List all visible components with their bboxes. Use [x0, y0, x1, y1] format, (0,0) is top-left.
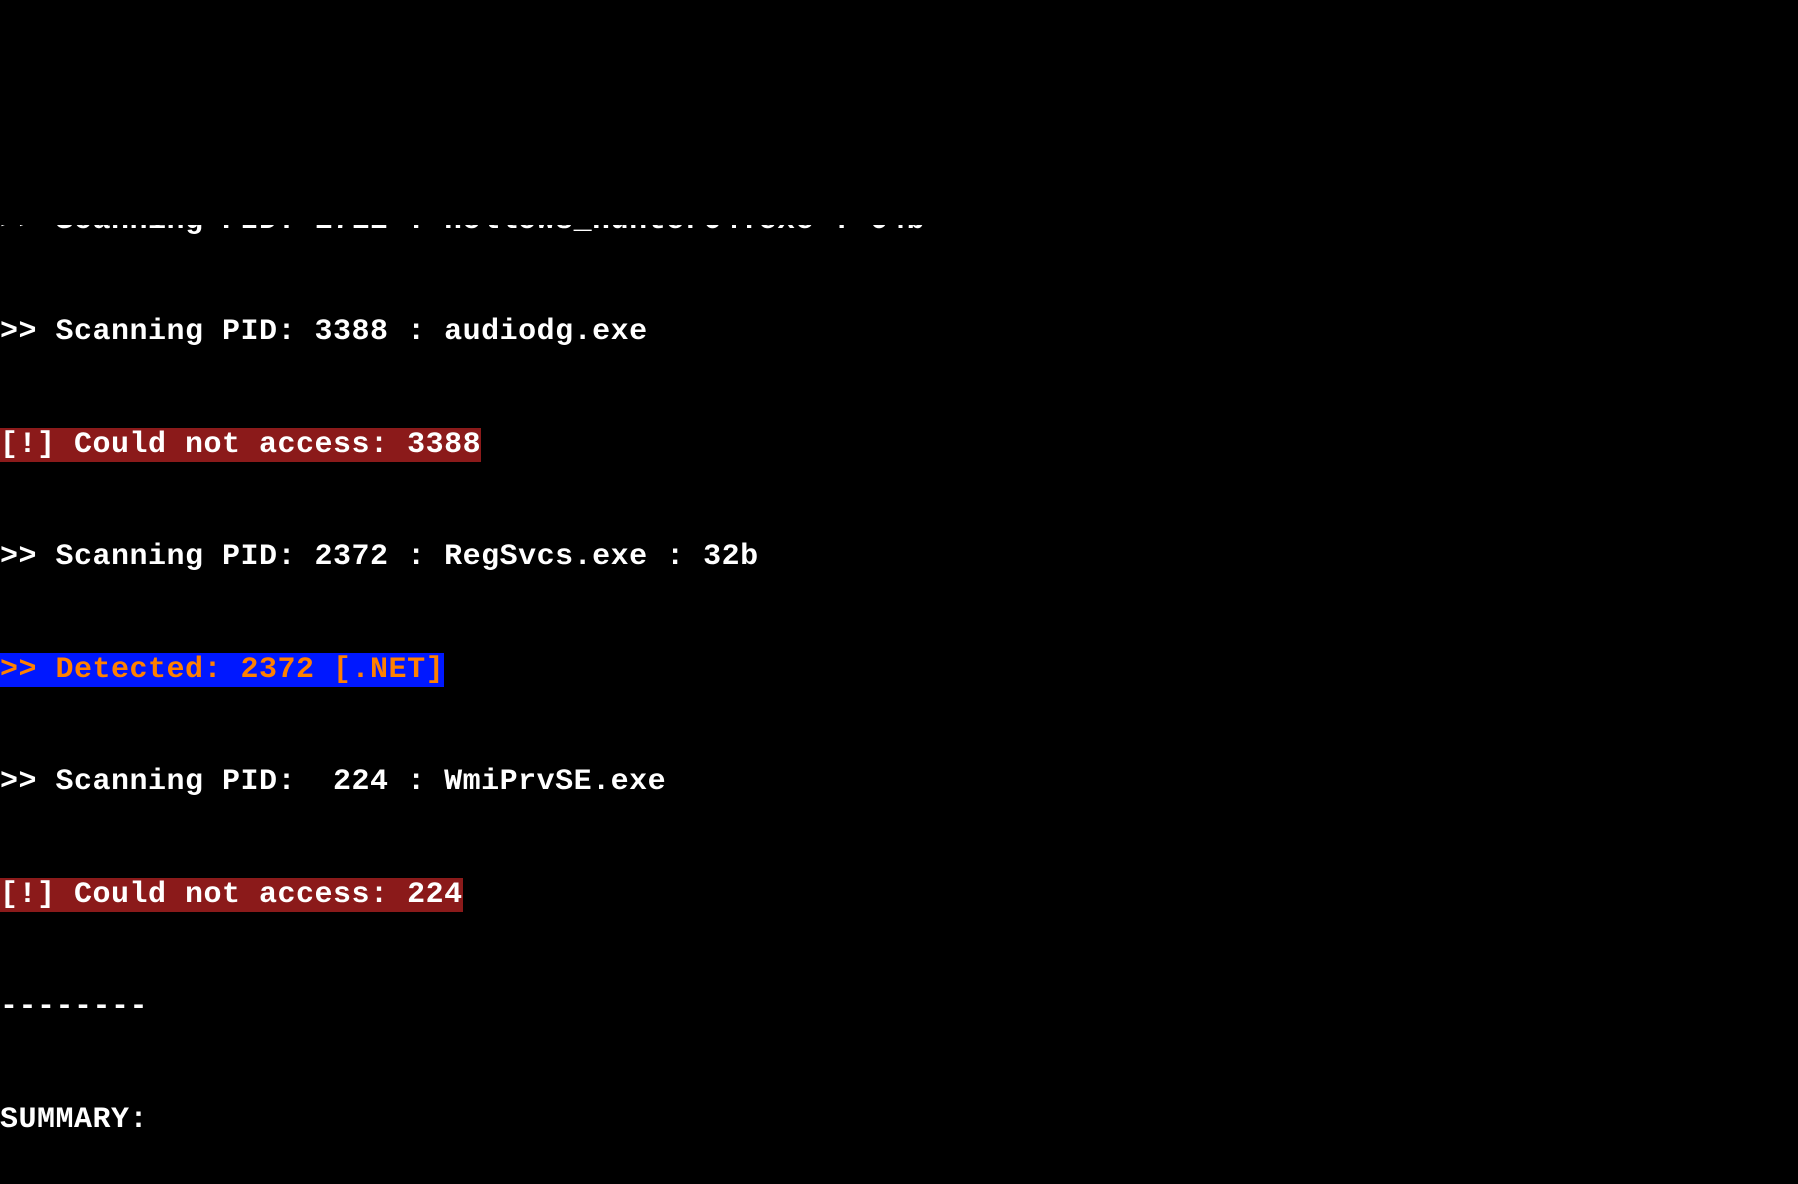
output-line-error: [!] Could not access: 3388: [0, 427, 1798, 465]
output-line-scan: >> Scanning PID: 224 : WmiPrvSE.exe: [0, 764, 1798, 802]
output-divider: --------: [0, 989, 1798, 1027]
output-line-error: [!] Could not access: 224: [0, 877, 1798, 915]
output-line-detected: >> Detected: 2372 [.NET]: [0, 652, 1798, 690]
summary-header: SUMMARY:: [0, 1102, 1798, 1140]
output-line-scan: >> Scanning PID: 2372 : RegSvcs.exe : 32…: [0, 539, 1798, 577]
terminal-output: >> Scanning PID: 1712 : Hollows_Hunter64…: [0, 150, 1798, 1184]
output-line-cutoff: >> Scanning PID: 1712 : Hollows_Hunter64…: [0, 225, 1798, 239]
output-line-scan: >> Scanning PID: 3388 : audiodg.exe: [0, 314, 1798, 352]
